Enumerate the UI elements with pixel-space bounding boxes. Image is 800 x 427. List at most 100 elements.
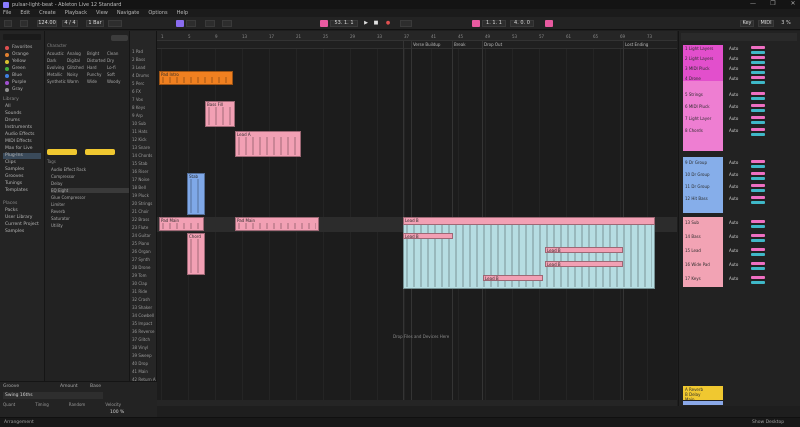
mixer-track-name[interactable]: 2 Light Layers — [685, 56, 713, 61]
mixer-track-name[interactable]: 8 Chords — [685, 128, 703, 133]
mixer-track-name[interactable]: 12 Hit Bass — [685, 196, 708, 201]
track-activator-button[interactable] — [751, 116, 765, 119]
arm-button[interactable] — [751, 253, 765, 256]
tempo-field[interactable]: 124.00 — [37, 20, 57, 27]
mixer-input-type[interactable]: Auto — [729, 46, 738, 51]
mixer-input-type[interactable]: Auto — [729, 248, 738, 253]
locator-bar[interactable]: Verse Buildup Break Drop Out Lost Ending — [157, 41, 677, 49]
track-activator-button[interactable] — [751, 128, 765, 131]
arrangement-clip[interactable]: Lead B — [545, 247, 623, 253]
mixer-track-name[interactable]: 17 Keys — [685, 276, 701, 281]
minimize-icon[interactable]: — — [750, 1, 756, 7]
horizontal-scrollbar[interactable] — [157, 400, 677, 406]
stop-icon[interactable]: ■ — [372, 20, 380, 27]
track-header[interactable]: 1 Pad — [132, 49, 156, 55]
track-activator-button[interactable] — [751, 46, 765, 49]
track-header[interactable]: 8 Keys — [132, 105, 156, 111]
collection-purple[interactable]: Purple — [5, 80, 26, 86]
arm-button[interactable] — [751, 71, 765, 74]
filter-chip[interactable]: Clean — [107, 51, 118, 56]
arrangement-clip[interactable]: Chord — [187, 233, 205, 275]
quantization-menu[interactable]: 1 Bar — [86, 20, 104, 27]
arm-button[interactable] — [751, 109, 765, 112]
track-header[interactable]: 34 Cowbell — [132, 313, 156, 319]
mixer-input-type[interactable]: Auto — [729, 104, 738, 109]
track-header[interactable]: 2 Bass — [132, 57, 156, 63]
track-activator-button[interactable] — [751, 196, 765, 199]
arrangement-clip[interactable]: Lead B — [483, 275, 543, 281]
filter-chip[interactable]: Dark — [47, 58, 57, 63]
arrangement-position-field[interactable]: 53. 1. 1 — [330, 20, 358, 27]
browser-search-input[interactable] — [3, 34, 41, 40]
menu-help[interactable]: Help — [177, 10, 188, 16]
place-samples[interactable]: Samples — [5, 229, 24, 235]
track-activator-button[interactable] — [751, 160, 765, 163]
track-activator-button[interactable] — [751, 66, 765, 69]
track-header[interactable]: 13 Snare — [132, 145, 156, 151]
track-header[interactable]: 37 Glitch — [132, 337, 156, 343]
filter-chip[interactable]: Woody — [107, 79, 121, 84]
menu-options[interactable]: Options — [148, 10, 167, 16]
arrangement-clip[interactable]: Lead B — [403, 233, 453, 239]
track-activator-button[interactable] — [751, 262, 765, 265]
mixer-input-type[interactable]: Auto — [729, 172, 738, 177]
mixer-input-type[interactable]: Auto — [729, 116, 738, 121]
track-header[interactable]: 39 Sweep — [132, 353, 156, 359]
browser-item[interactable]: Compressor — [51, 174, 75, 179]
collection-orange[interactable]: Orange — [5, 52, 29, 58]
category-plug-ins[interactable]: Plug-Ins — [3, 153, 41, 159]
track-header[interactable]: 28 Drone — [132, 265, 156, 271]
browser-item[interactable]: Saturator — [51, 216, 70, 221]
filter-chip[interactable]: Metallic — [47, 72, 62, 77]
category-grooves[interactable]: Grooves — [5, 174, 24, 180]
return-track-name[interactable]: Main — [685, 397, 695, 402]
mixer-track-name[interactable]: 14 Bass — [685, 234, 701, 239]
filter-chip[interactable]: Wide — [87, 79, 97, 84]
mixer-track-name[interactable]: 4 Drone — [685, 76, 701, 81]
browser-item[interactable]: Delay — [51, 181, 62, 186]
track-header[interactable]: 29 Tom — [132, 273, 156, 279]
track-header[interactable]: 16 Riser — [132, 169, 156, 175]
mixer-track-name[interactable]: 5 Strings — [685, 92, 703, 97]
arm-button[interactable] — [751, 225, 765, 228]
track-activator-button[interactable] — [751, 172, 765, 175]
arrangement-clip[interactable]: Stab — [187, 173, 205, 215]
mixer-input-type[interactable]: Auto — [729, 196, 738, 201]
filter-chip[interactable]: Digital — [67, 58, 80, 63]
browser-item[interactable]: Limiter — [51, 202, 65, 207]
arm-button[interactable] — [751, 267, 765, 270]
locator-label[interactable]: Drop Out — [484, 42, 502, 47]
ext-sync-button[interactable] — [4, 20, 12, 27]
mixer-input-type[interactable]: Auto — [729, 276, 738, 281]
browser-item[interactable]: Glue Compressor — [51, 195, 85, 200]
track-header[interactable]: 22 Brass — [132, 217, 156, 223]
track-header[interactable]: 31 Ride — [132, 289, 156, 295]
track-activator-button[interactable] — [751, 234, 765, 237]
category-audio-effects[interactable]: Audio Effects — [5, 132, 35, 138]
place-packs[interactable]: Packs — [5, 208, 18, 214]
loop-switch[interactable] — [472, 20, 480, 27]
filter-chip[interactable]: Synthetic — [47, 79, 66, 84]
mixer-input-type[interactable]: Auto — [729, 56, 738, 61]
mixer-track-name[interactable]: 7 Light Layer — [685, 116, 711, 121]
menu-playback[interactable]: Playback — [65, 10, 87, 16]
arm-button[interactable] — [751, 121, 765, 124]
place-user-library[interactable]: User Library — [5, 215, 32, 221]
browser-item[interactable]: Audio Effect Rack — [51, 167, 86, 172]
mixer-track-name[interactable]: 1 Light Layers — [685, 46, 713, 51]
track-header[interactable]: 3 Lead — [132, 65, 156, 71]
track-header[interactable]: 35 Impact — [132, 321, 156, 327]
track-activator-button[interactable] — [751, 248, 765, 251]
track-activator-button[interactable] — [751, 276, 765, 279]
track-activator-button[interactable] — [751, 56, 765, 59]
track-header[interactable]: 30 Clap — [132, 281, 156, 287]
filter-chip[interactable]: Acoustic — [47, 51, 64, 56]
overdub-button[interactable] — [186, 20, 196, 27]
filter-chip[interactable]: Noisy — [67, 72, 78, 77]
filter-chip[interactable]: Evolving — [47, 65, 64, 70]
mixer-input-type[interactable]: Auto — [729, 92, 738, 97]
follow-button[interactable] — [108, 20, 122, 27]
menu-edit[interactable]: Edit — [20, 10, 30, 16]
punch-out-button[interactable] — [222, 20, 232, 27]
filter-chip[interactable]: Hard — [87, 65, 97, 70]
